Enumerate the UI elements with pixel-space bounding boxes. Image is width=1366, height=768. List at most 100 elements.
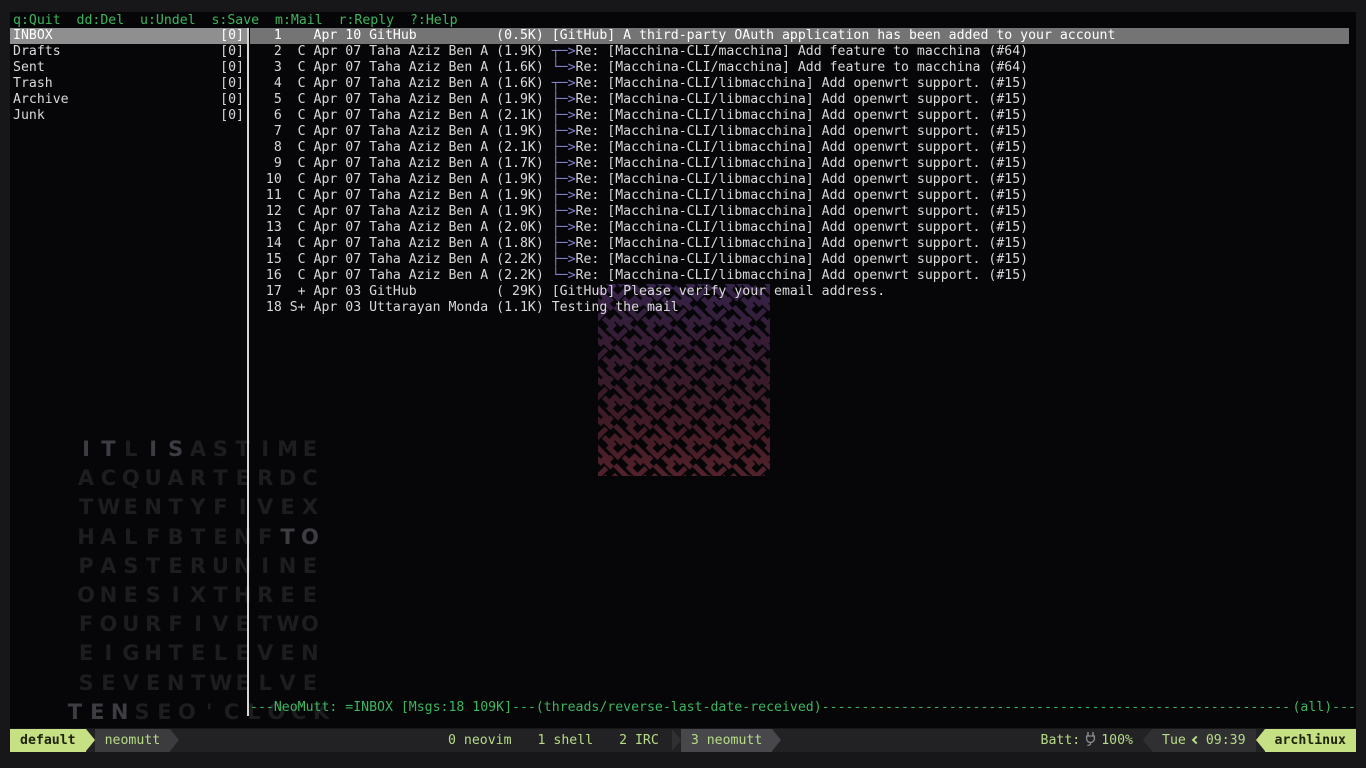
mail-row-meta: 11 C Apr 07 Taha Aziz Ben A (1.9K) <box>250 188 552 203</box>
thread-tree-icon: ├─> <box>552 140 576 155</box>
tmux-window-item[interactable]: 2 IRC <box>606 729 672 752</box>
tmux-window-item[interactable]: 1 shell <box>525 729 607 752</box>
mail-row-meta: 14 C Apr 07 Taha Aziz Ben A (1.8K) <box>250 236 552 251</box>
status-left: ---NeoMutt: =INBOX [Msgs:18 109K]---(thr… <box>250 700 822 716</box>
thread-tree-icon: ├─> <box>552 220 576 235</box>
mail-row-meta: 7 C Apr 07 Taha Aziz Ben A (1.9K) <box>250 124 552 139</box>
sidebar-mailbox-inbox[interactable]: INBOX [0] <box>10 28 247 44</box>
thread-tree-icon: └─> <box>552 268 576 283</box>
mail-subject: Re: [Macchina-CLI/libmacchina] Add openw… <box>576 108 1029 123</box>
mail-subject: Re: [Macchina-CLI/libmacchina] Add openw… <box>576 76 1029 91</box>
mail-subject: Re: [Macchina-CLI/libmacchina] Add openw… <box>576 220 1029 235</box>
thread-tree-icon: ├─> <box>552 172 576 187</box>
powerline-arrow-right-icon <box>86 729 95 751</box>
clock-segment: Tue 09:39 <box>1152 729 1256 752</box>
tmux-status-bar: default neomutt 0 neovim 1 shell 2 IRC 3… <box>10 729 1356 752</box>
tmux-session-badge[interactable]: default <box>10 729 86 752</box>
battery-status: Batt: 100% <box>1031 729 1143 752</box>
mail-row-meta: 17 + Apr 03 GitHub ( 29K) <box>250 284 552 299</box>
mail-row-meta: 18 S+ Apr 03 Uttarayan Monda (1.1K) <box>250 300 552 315</box>
status-right: (all)--- <box>1292 700 1356 716</box>
mail-row[interactable]: 5 C Apr 07 Taha Aziz Ben A (1.9K) ├─>Re:… <box>250 92 1349 108</box>
mailbox-name: Junk <box>13 108 45 124</box>
mail-row[interactable]: 8 C Apr 07 Taha Aziz Ben A (2.1K) ├─>Re:… <box>250 140 1349 156</box>
mail-row[interactable]: 13 C Apr 07 Taha Aziz Ben A (2.0K) ├─>Re… <box>250 220 1349 236</box>
battery-percent: 100% <box>1101 733 1133 748</box>
mailbox-count: [0] <box>220 60 244 76</box>
mail-row-meta: 2 C Apr 07 Taha Aziz Ben A (1.9K) <box>250 44 552 59</box>
mail-subject: Testing the mail <box>552 300 679 315</box>
thread-tree-icon: ├─> <box>552 124 576 139</box>
mail-row[interactable]: 16 C Apr 07 Taha Aziz Ben A (2.2K) └─>Re… <box>250 268 1349 284</box>
mail-row[interactable]: 3 C Apr 07 Taha Aziz Ben A (1.6K) └─>Re:… <box>250 60 1349 76</box>
mail-row[interactable]: 9 C Apr 07 Taha Aziz Ben A (1.7K) ├─>Re:… <box>250 156 1349 172</box>
day-of-week: Tue <box>1162 733 1186 748</box>
mailbox-count: [0] <box>220 76 244 92</box>
status-dash-filler: ----------------------------------------… <box>822 700 1293 716</box>
sidebar-mailbox-archive[interactable]: Archive[0] <box>10 92 247 108</box>
thread-tree-icon: ├─> <box>552 188 576 203</box>
battery-label: Batt: <box>1041 733 1081 748</box>
powerline-arrow-right-icon <box>772 729 781 751</box>
thread-tree-icon: ├─> <box>552 92 576 107</box>
mail-row[interactable]: 4 C Apr 07 Taha Aziz Ben A (1.6K) ┬─>Re:… <box>250 76 1349 92</box>
sidebar-mailbox-junk[interactable]: Junk [0] <box>10 108 247 124</box>
mail-row-meta: 9 C Apr 07 Taha Aziz Ben A (1.7K) <box>250 156 552 171</box>
mail-row-meta: 3 C Apr 07 Taha Aziz Ben A (1.6K) <box>250 60 552 75</box>
mail-row[interactable]: 12 C Apr 07 Taha Aziz Ben A (1.9K) ├─>Re… <box>250 204 1349 220</box>
mail-subject: Re: [Macchina-CLI/libmacchina] Add openw… <box>576 252 1029 267</box>
mail-row[interactable]: 15 C Apr 07 Taha Aziz Ben A (2.2K) ├─>Re… <box>250 252 1349 268</box>
terminal-window: ITLISASTIMEACQUARTERDCTWENTYFIVEXHALFBTE… <box>10 12 1356 728</box>
sidebar-divider <box>247 28 249 716</box>
mail-subject: Re: [Macchina-CLI/macchina] Add feature … <box>576 60 1029 75</box>
mail-row[interactable]: 7 C Apr 07 Taha Aziz Ben A (1.9K) ├─>Re:… <box>250 124 1349 140</box>
sidebar-mailbox-drafts[interactable]: Drafts[0] <box>10 44 247 60</box>
thread-tree-icon: ├─> <box>552 204 576 219</box>
mail-row[interactable]: 10 C Apr 07 Taha Aziz Ben A (1.9K) ├─>Re… <box>250 172 1349 188</box>
mail-index-list: 1 Apr 10 GitHub (0.5K) [GitHub] A third-… <box>250 28 1349 316</box>
mailbox-name: INBOX <box>13 28 53 44</box>
mailbox-name: Trash <box>13 76 53 92</box>
mail-row[interactable]: 2 C Apr 07 Taha Aziz Ben A (1.9K) ┬─>Re:… <box>250 44 1349 60</box>
mail-subject: Re: [Macchina-CLI/libmacchina] Add openw… <box>576 188 1029 203</box>
mail-row-meta: 16 C Apr 07 Taha Aziz Ben A (2.2K) <box>250 268 552 283</box>
mail-row[interactable]: 1 Apr 10 GitHub (0.5K) [GitHub] A third-… <box>250 28 1349 44</box>
powerline-arrow-left-icon <box>1256 729 1265 751</box>
tmux-window-item[interactable]: 0 neovim <box>435 729 525 752</box>
plug-icon <box>1084 731 1097 746</box>
tmux-active-window[interactable]: 3 neomutt <box>681 729 772 752</box>
mail-subject: Re: [Macchina-CLI/libmacchina] Add openw… <box>576 92 1029 107</box>
mail-row[interactable]: 14 C Apr 07 Taha Aziz Ben A (1.8K) ├─>Re… <box>250 236 1349 252</box>
mailbox-name: Sent <box>13 60 45 76</box>
mail-subject: Re: [Macchina-CLI/libmacchina] Add openw… <box>576 140 1029 155</box>
mail-row[interactable]: 11 C Apr 07 Taha Aziz Ben A (1.9K) ├─>Re… <box>250 188 1349 204</box>
mailbox-count: [0] <box>220 28 244 44</box>
sidebar-mailbox-trash[interactable]: Trash [0] <box>10 76 247 92</box>
neomutt-help-bar: q:Quit dd:Del u:Undel s:Save m:Mail r:Re… <box>13 13 458 29</box>
mailbox-sidebar: INBOX[0]Drafts[0]Sent[0]Trash[0]Archive[… <box>10 28 247 124</box>
mailbox-count: [0] <box>220 108 244 124</box>
thread-tree-icon: ├─> <box>552 252 576 267</box>
mail-subject: Re: [Macchina-CLI/libmacchina] Add openw… <box>576 156 1029 171</box>
mail-subject: Re: [Macchina-CLI/libmacchina] Add openw… <box>576 268 1029 283</box>
clock-time: 09:39 <box>1206 733 1246 748</box>
thread-tree-icon: ┬─> <box>552 44 576 59</box>
mail-row[interactable]: 6 C Apr 07 Taha Aziz Ben A (2.1K) ├─>Re:… <box>250 108 1349 124</box>
mailbox-count: [0] <box>220 44 244 60</box>
thread-tree-icon: └─> <box>552 60 576 75</box>
mail-row-meta: 4 C Apr 07 Taha Aziz Ben A (1.6K) <box>250 76 552 91</box>
sidebar-mailbox-sent[interactable]: Sent [0] <box>10 60 247 76</box>
mail-subject: [GitHub] A third-party OAuth application… <box>552 28 1116 43</box>
mail-row-meta: 6 C Apr 07 Taha Aziz Ben A (2.1K) <box>250 108 552 123</box>
mail-row-meta: 10 C Apr 07 Taha Aziz Ben A (1.9K) <box>250 172 552 187</box>
mail-row[interactable]: 18 S+ Apr 03 Uttarayan Monda (1.1K) Test… <box>250 300 1349 316</box>
thread-tree-icon: ├─> <box>552 108 576 123</box>
neomutt-status-line: ---NeoMutt: =INBOX [Msgs:18 109K]---(thr… <box>250 700 1356 716</box>
powerline-arrow-right-icon <box>170 729 179 751</box>
tmux-right-section: Batt: 100% Tue 09:39 archlinux <box>1031 729 1356 752</box>
mailbox-name: Archive <box>13 92 69 108</box>
mail-row[interactable]: 17 + Apr 03 GitHub ( 29K) [GitHub] Pleas… <box>250 284 1349 300</box>
chevron-left-icon <box>1192 736 1200 744</box>
hostname-badge: archlinux <box>1265 729 1356 752</box>
tmux-window-title: neomutt <box>95 729 171 752</box>
